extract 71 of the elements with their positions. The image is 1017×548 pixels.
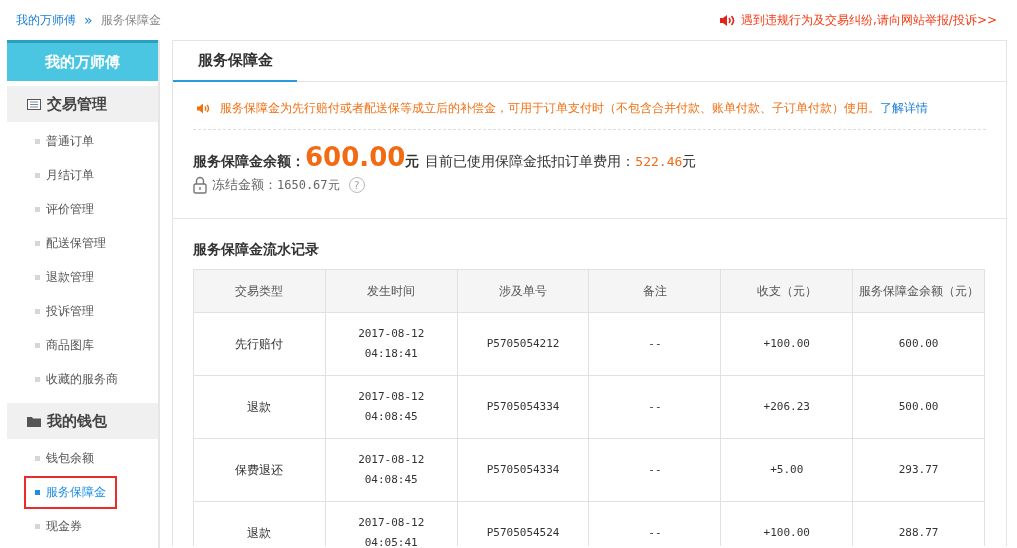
sidebar-item[interactable]: 评价管理 bbox=[46, 200, 94, 218]
sidebar-item[interactable]: 钱包余额 bbox=[46, 449, 94, 467]
list-icon bbox=[27, 98, 41, 110]
column-header: 涉及单号 bbox=[457, 269, 589, 313]
section-title: 服务保障金流水记录 bbox=[192, 240, 320, 259]
bullet-icon bbox=[35, 376, 40, 382]
currency-unit: 元 bbox=[682, 153, 697, 171]
bullet-icon bbox=[35, 240, 40, 246]
column-header: 备注 bbox=[589, 269, 721, 313]
sidebar-item[interactable]: 配送保管理 bbox=[46, 234, 106, 252]
sidebar-title: 我的万师傅 bbox=[7, 40, 158, 81]
column-header: 收支（元） bbox=[720, 269, 853, 313]
bullet-icon bbox=[35, 274, 40, 280]
table-cell: 2017-08-12 04:08:45 bbox=[325, 438, 458, 502]
bullet-icon bbox=[35, 206, 40, 212]
column-header: 服务保障金余额（元） bbox=[852, 269, 985, 313]
bullet-icon bbox=[35, 342, 40, 348]
table-cell: P5705054212 bbox=[457, 312, 589, 376]
table-cell: +5.00 bbox=[720, 438, 853, 502]
frozen-label: 冻结金额： bbox=[212, 176, 277, 194]
breadcrumb-link[interactable]: 我的万师傅 bbox=[16, 11, 76, 29]
used-label: 目前已使用保障金抵扣订单费用： bbox=[425, 153, 636, 171]
sidebar-item[interactable]: 现金券 bbox=[46, 517, 82, 535]
table-cell: -- bbox=[589, 312, 721, 376]
table-cell: 保费退还 bbox=[193, 438, 326, 502]
sidebar-item[interactable]: 普通订单 bbox=[46, 132, 94, 150]
bullet-icon bbox=[35, 172, 40, 178]
balance-amount: 600.00 bbox=[305, 142, 406, 172]
table-cell: 2017-08-12 04:18:41 bbox=[325, 312, 458, 376]
table-cell: 600.00 bbox=[852, 312, 985, 376]
table-cell: +100.00 bbox=[720, 312, 853, 376]
table-cell: -- bbox=[589, 438, 721, 502]
speaker-icon bbox=[719, 13, 736, 27]
speaker-icon bbox=[197, 103, 210, 114]
bullet-icon bbox=[35, 308, 40, 314]
table-cell: 500.00 bbox=[852, 375, 985, 439]
bullet-icon bbox=[35, 455, 40, 461]
table-cell: 先行赔付 bbox=[193, 312, 326, 376]
sidebar-group-title: 交易管理 bbox=[47, 94, 107, 114]
table-cell: 2017-08-12 04:08:45 bbox=[325, 375, 458, 439]
bullet-icon bbox=[35, 138, 40, 144]
frozen-amount: 1650.67元 bbox=[277, 176, 340, 194]
report-link[interactable]: 遇到违规行为及交易纠纷,请向网站举报/投诉>> bbox=[741, 11, 997, 29]
table-cell: 退款 bbox=[193, 501, 326, 546]
lock-icon bbox=[193, 176, 207, 194]
sidebar-item[interactable]: 服务保障金 bbox=[46, 483, 106, 501]
sidebar-group-title: 我的钱包 bbox=[47, 411, 107, 431]
folder-icon bbox=[27, 415, 41, 427]
table-cell: 293.77 bbox=[852, 438, 985, 502]
column-header: 发生时间 bbox=[325, 269, 458, 313]
bullet-icon bbox=[35, 489, 40, 495]
sidebar-item[interactable]: 收藏的服务商 bbox=[46, 370, 118, 388]
table-cell: P5705054334 bbox=[457, 438, 589, 502]
breadcrumb-separator: » bbox=[84, 12, 93, 28]
sidebar-item[interactable]: 商品图库 bbox=[46, 336, 94, 354]
sidebar-item[interactable]: 月结订单 bbox=[46, 166, 94, 184]
bullet-icon bbox=[35, 523, 40, 529]
used-amount: 522.46 bbox=[635, 154, 683, 169]
table-cell: -- bbox=[589, 375, 721, 439]
balance-label: 服务保障金余额： bbox=[193, 153, 305, 171]
sidebar-item[interactable]: 退款管理 bbox=[46, 268, 94, 286]
details-link[interactable]: 了解详情 bbox=[880, 101, 928, 115]
table-cell: P5705054334 bbox=[457, 375, 589, 439]
sidebar-item[interactable]: 投诉管理 bbox=[46, 302, 94, 320]
notice-text: 服务保障金为先行赔付或者配送保等成立后的补偿金，可用于订单支付时（不包含合并付款、账单付款、子订单付款）使用。了解详情 bbox=[220, 100, 928, 117]
column-header: 交易类型 bbox=[193, 269, 326, 313]
breadcrumb-current: 服务保障金 bbox=[100, 11, 161, 29]
table-cell: +206.23 bbox=[720, 375, 853, 439]
tab[interactable]: 服务保障金 bbox=[173, 41, 297, 82]
table-cell: 退款 bbox=[193, 375, 326, 439]
currency-unit: 元 bbox=[405, 153, 420, 171]
